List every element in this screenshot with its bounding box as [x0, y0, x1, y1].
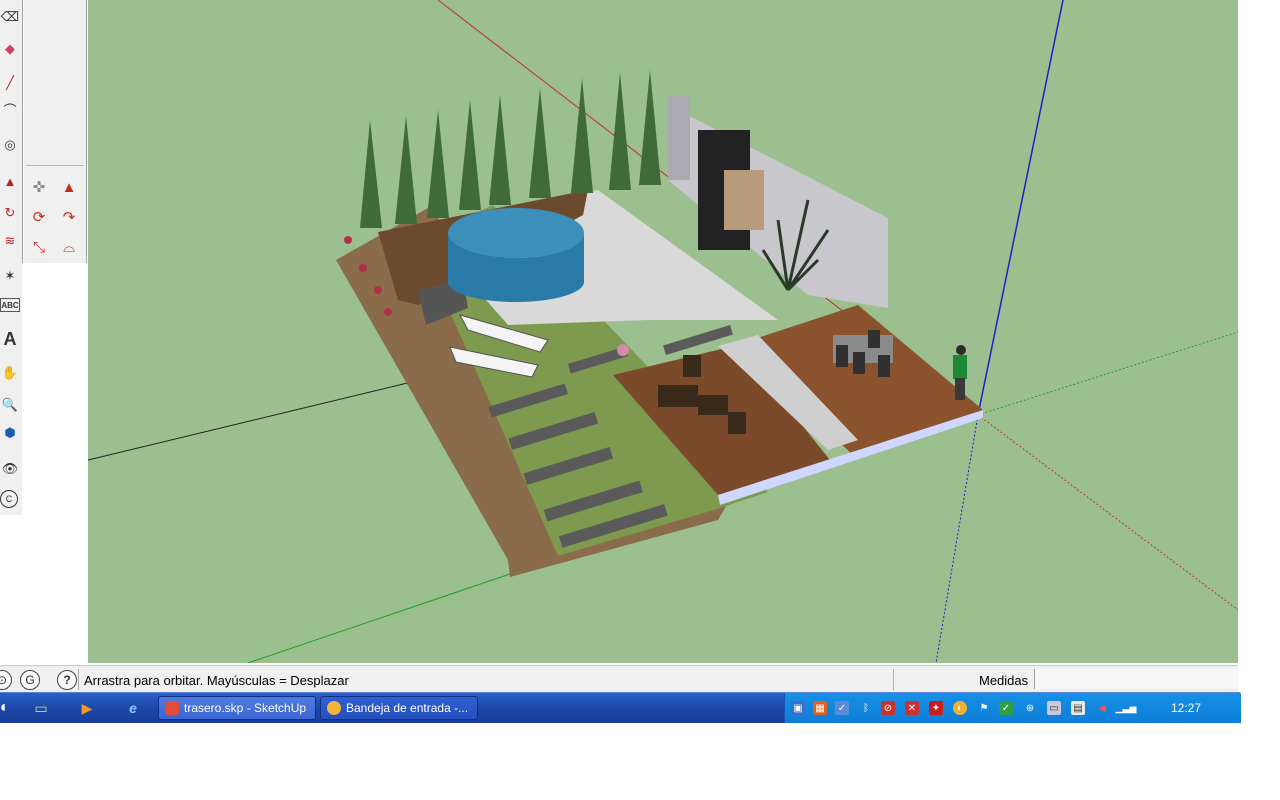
internet-explorer-icon[interactable]: e [124, 699, 142, 717]
scale-icon[interactable]: ⤡ [26, 234, 52, 260]
clipboard-icon[interactable]: ▤ [1071, 701, 1085, 715]
status-bar: ⊙ G ? Arrastra para orbitar. Mayúsculas … [0, 665, 1238, 693]
task-mail[interactable]: Bandeja de entrada -... [320, 696, 478, 720]
pushpull-icon[interactable]: ▲ [0, 170, 20, 192]
bbq-stone [724, 170, 764, 230]
green-axis-negative [88, 377, 429, 461]
mail-tray-icon[interactable]: ◐ [953, 701, 967, 715]
arc-icon[interactable]: ⌒ [0, 98, 20, 120]
window-margin [1238, 0, 1280, 800]
blue-axis [977, 0, 1064, 416]
panel-background [22, 263, 88, 663]
text-icon[interactable]: ABC [0, 298, 20, 312]
media-player-icon[interactable]: ▶ [78, 699, 96, 717]
section-icon[interactable]: C [0, 490, 18, 508]
shield-icon[interactable]: ✓ [999, 701, 1013, 715]
eraser-icon[interactable]: ⌫ [0, 6, 20, 28]
start-orb-icon[interactable]: ◖ [0, 699, 12, 717]
sketchup-icon [165, 701, 179, 715]
measurements-input[interactable] [1034, 669, 1237, 689]
scale-figure [953, 345, 967, 400]
move-icon[interactable]: ✜ [26, 174, 52, 200]
followme-icon[interactable]: ↷ [56, 204, 82, 230]
model-viewport[interactable] [88, 0, 1238, 663]
bluetooth-icon[interactable]: ᛒ [859, 701, 873, 715]
system-tray: ▣ ▦ ✓ ᛒ ⊘ ✕ ✦ ◐ ⚑ ✓ ⊛ ▭ ▤ ◀ ▁▃▅ 12:27 [784, 693, 1241, 723]
pool-top [448, 208, 584, 258]
circle-icon[interactable]: ◎ [0, 134, 20, 156]
mail-icon [327, 701, 341, 715]
paint-bucket-icon[interactable]: ◆ [0, 38, 20, 60]
rotate-icon[interactable]: ⟳ [26, 204, 52, 230]
tape-icon[interactable]: ✶ [0, 265, 20, 287]
3dtext-icon[interactable]: A [0, 328, 20, 350]
task-sketchup[interactable]: trasero.skp - SketchUp [158, 696, 316, 720]
taskbar: ◖ ▭ ▶ e trasero.skp - SketchUp Bandeja d… [0, 692, 1241, 723]
app-tray-icon[interactable]: ▦ [813, 701, 827, 715]
usb-icon[interactable]: ⊛ [1023, 701, 1037, 715]
lookaround-icon[interactable]: 👁 [0, 458, 20, 480]
offset-icon[interactable]: ⌓ [56, 234, 82, 260]
security-icon[interactable]: ✕ [905, 701, 919, 715]
credits-icon[interactable]: G [20, 670, 40, 690]
zoom-icon[interactable]: 🔍 [0, 394, 20, 416]
help-icon[interactable]: ? [57, 670, 77, 690]
followme-icon[interactable]: ≋ [0, 230, 20, 252]
red-axis-negative [977, 414, 1238, 611]
pushpull-red-icon[interactable]: ▲ [56, 174, 82, 200]
zoom-window-icon[interactable]: ⬢ [0, 422, 20, 444]
flag-icon[interactable]: ⚑ [977, 701, 991, 715]
geo-location-icon[interactable]: ⊙ [0, 670, 12, 690]
pan-icon[interactable]: ✋ [0, 362, 20, 384]
updates-icon[interactable]: ✓ [835, 701, 849, 715]
secondary-toolbar: ✜ ▲ ⟳ ↷ ⤡ ⌓ [24, 0, 87, 263]
pencil-icon[interactable]: ╱ [0, 72, 20, 94]
tools-icon[interactable]: ✦ [929, 701, 943, 715]
display-icon[interactable]: ▭ [1047, 701, 1061, 715]
antivirus-icon[interactable]: ⊘ [881, 701, 895, 715]
task-label: trasero.skp - SketchUp [184, 701, 307, 715]
network-icon[interactable]: ▣ [791, 701, 805, 715]
explorer-icon[interactable]: ▭ [32, 699, 50, 717]
rotate-icon[interactable]: ↻ [0, 202, 20, 224]
clock[interactable]: 12:27 [1171, 701, 1201, 715]
main-toolbar: ⌫ ◆ ╱ ⌒ ◎ ▲ ↻ ≋ ✶ ABC A ✋ 🔍 ⬢ 👁 C [0, 0, 23, 515]
signal-icon[interactable]: ▁▃▅ [1116, 701, 1137, 715]
status-hint: Arrastra para orbitar. Mayúsculas = Desp… [84, 673, 349, 688]
scene-drawing [88, 0, 1238, 663]
task-label: Bandeja de entrada -... [346, 701, 469, 715]
measurements-label: Medidas [979, 673, 1029, 688]
volume-muted-icon[interactable]: ◀ [1095, 701, 1109, 715]
